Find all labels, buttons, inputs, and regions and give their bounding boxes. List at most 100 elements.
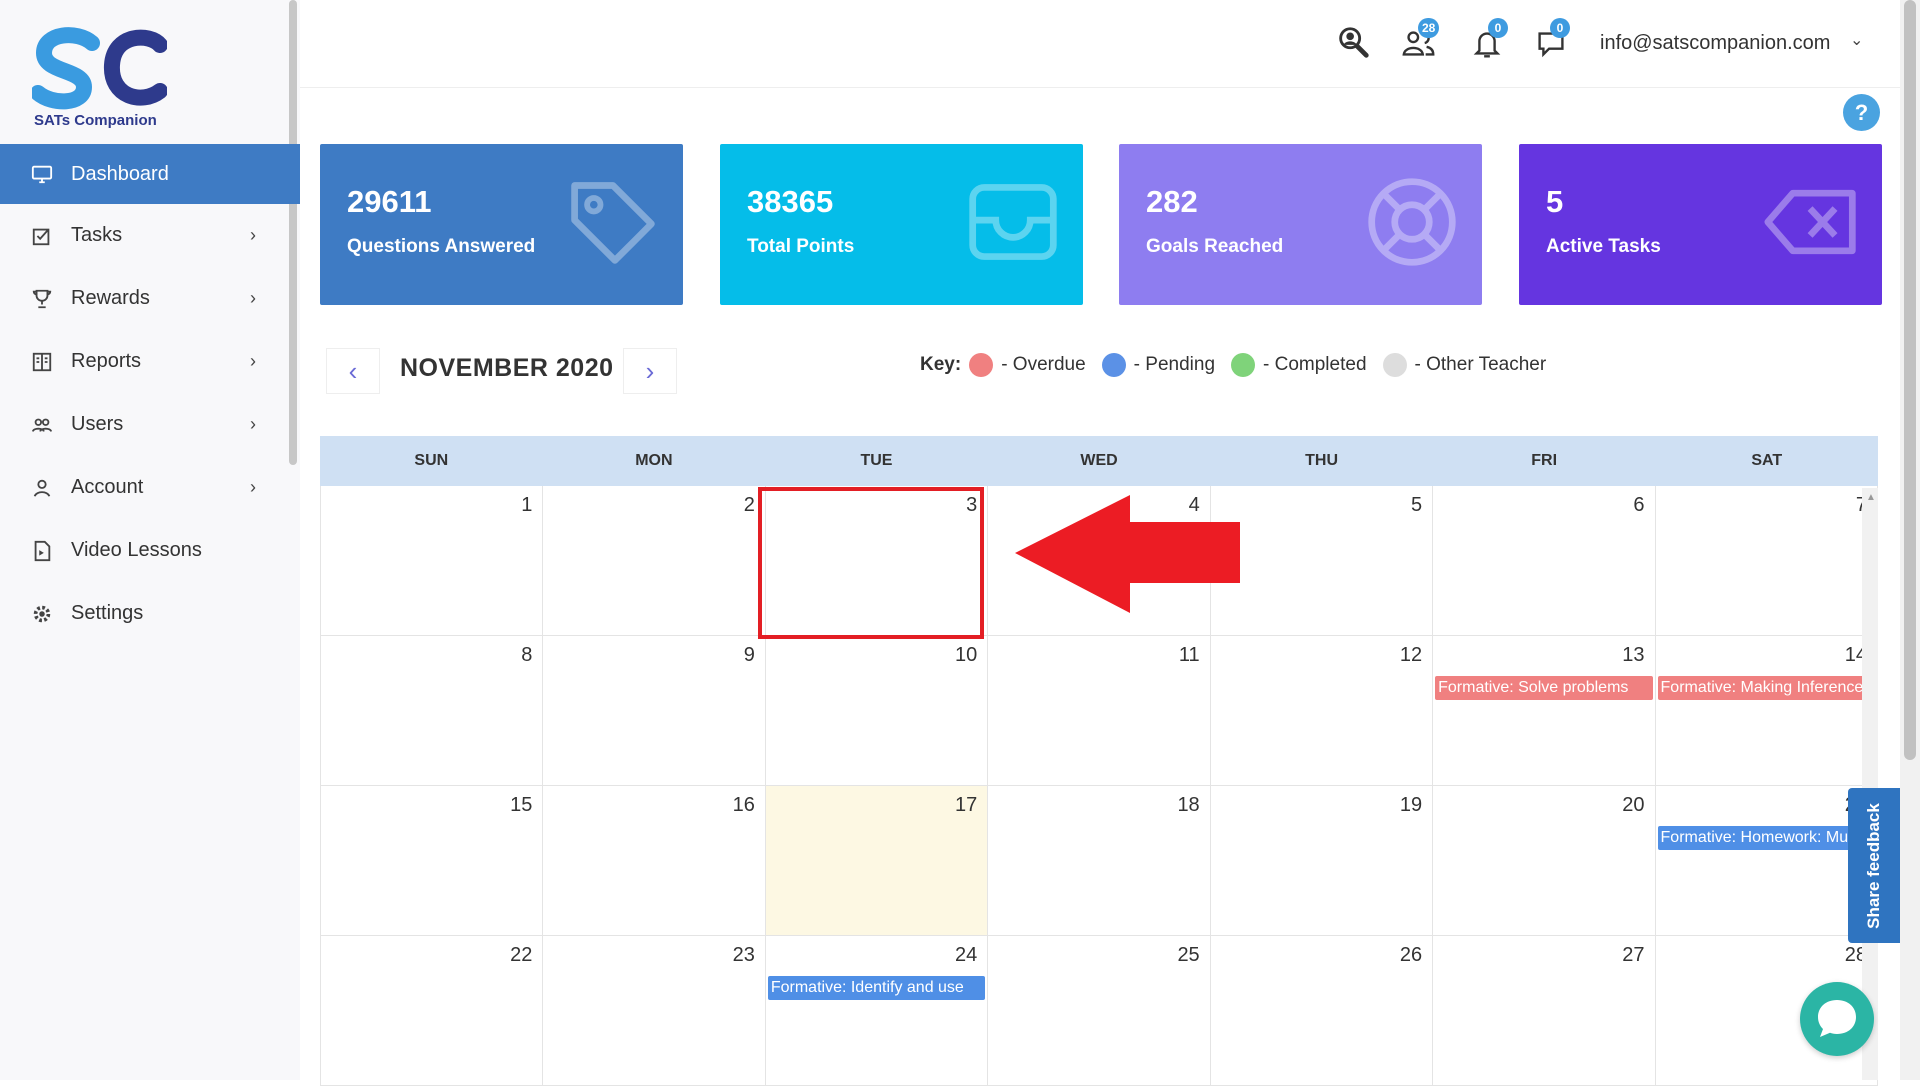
calendar-day-cell[interactable]: 26 — [1209, 936, 1433, 1086]
checklist-icon — [30, 224, 54, 248]
day-number: 23 — [732, 944, 755, 966]
highlight-box-annotation — [758, 487, 984, 639]
calendar-day-cell[interactable]: 19 — [1209, 786, 1433, 936]
weekday-label: TUE — [860, 452, 893, 469]
chevron-right-icon: › — [250, 288, 256, 308]
chevron-right-icon: › — [250, 225, 256, 245]
stat-card-questions-answered[interactable]: 29611 Questions Answered — [320, 144, 683, 305]
sidebar-item-users[interactable]: Users › — [0, 393, 300, 456]
weekday-label: SAT — [1751, 452, 1783, 469]
chevron-right-icon: › — [250, 477, 256, 497]
sidebar-item-tasks[interactable]: Tasks › — [0, 204, 300, 267]
key-completed-dot — [1231, 353, 1256, 377]
chat-bubble-icon — [1818, 1000, 1856, 1037]
report-icon — [30, 350, 54, 374]
calendar-day-cell[interactable]: 18 — [987, 786, 1210, 936]
calendar-key: Key: - Overdue - Pending - Completed - O… — [920, 350, 1546, 380]
sidebar-item-video-lessons[interactable]: Video Lessons — [0, 519, 300, 582]
key-other-teacher-dot — [1382, 353, 1407, 377]
sidebar-item-label: Dashboard — [71, 162, 169, 185]
calendar-day-cell[interactable]: 6 — [1432, 486, 1655, 636]
weekday-label: MON — [635, 452, 673, 469]
key-pending-label: - Pending — [1133, 354, 1216, 375]
sidebar-item-label: Tasks — [71, 224, 123, 246]
sidebar-item-label: Rewards — [71, 287, 150, 309]
day-number: 16 — [732, 794, 755, 816]
share-feedback-button[interactable]: Share feedback — [1848, 788, 1900, 943]
chevron-right-icon: › — [250, 414, 256, 434]
calendar-day-cell[interactable]: 22 — [320, 936, 543, 1086]
calendar-day-cell[interactable]: 25 — [987, 936, 1210, 1086]
calendar-event[interactable]: Formative: Homework: Mu — [1657, 826, 1875, 850]
gear-icon — [30, 602, 54, 626]
sidebar: SATs Companion Dashboard Tasks › Rewards… — [0, 0, 300, 1080]
sidebar-item-label: Reports — [71, 350, 142, 372]
sidebar-item-settings[interactable]: Settings — [0, 582, 300, 645]
stat-value: 5 — [1546, 184, 1564, 219]
calendar-day-cell[interactable]: 16 — [542, 786, 765, 936]
chat-widget-button[interactable] — [1800, 982, 1874, 1056]
monitor-icon — [30, 162, 54, 186]
stat-value: 29611 — [347, 184, 432, 219]
arrow-left-annotation-icon — [1015, 495, 1240, 613]
prev-month-button[interactable]: ‹ — [326, 348, 380, 394]
sidebar-item-dashboard[interactable]: Dashboard — [0, 144, 300, 204]
next-month-button[interactable]: › — [623, 348, 677, 394]
user-search-icon[interactable] — [1334, 24, 1372, 62]
day-number: 11 — [1178, 644, 1200, 666]
day-number: 6 — [1633, 494, 1645, 516]
calendar-week-row: 15 16 17 18 19 20 21Formative: Homework: Mu — [320, 786, 1878, 936]
day-number: 20 — [1622, 794, 1645, 816]
calendar-day-cell[interactable]: 12 — [1209, 636, 1433, 786]
calendar-day-cell[interactable]: 1 — [320, 486, 543, 636]
key-overdue-dot — [969, 353, 994, 377]
calendar-week-row: 8 9 10 11 12 13 Formative: Solve problems 14 For… — [320, 636, 1878, 786]
day-number: 27 — [1622, 944, 1645, 966]
stat-card-active-tasks[interactable]: 5 Active Tasks — [1519, 144, 1882, 305]
calendar-event[interactable]: Formative: Making Inference — [1657, 676, 1875, 700]
page-scrollbar-thumb[interactable] — [1904, 0, 1916, 760]
calendar-day-cell[interactable]: 8 — [320, 636, 543, 786]
calendar-day-cell[interactable]: 15 — [320, 786, 543, 936]
calendar-day-cell[interactable]: 23 — [542, 936, 765, 1086]
inbox-icon — [969, 184, 1057, 260]
key-completed-label: - Completed — [1263, 354, 1367, 375]
calendar-day-cell[interactable]: 10 — [764, 636, 988, 786]
help-button[interactable]: ? — [1843, 94, 1880, 131]
calendar-day-cell[interactable]: 7 — [1654, 486, 1878, 636]
calendar-day-cell[interactable]: 9 — [542, 636, 765, 786]
calendar-day-cell[interactable]: 14 Formative: Making Inference — [1654, 636, 1878, 786]
day-number: 15 — [510, 794, 533, 816]
calendar-day-cell[interactable]: 2 — [542, 486, 765, 636]
user-email-menu[interactable]: info@satscompanion.com — [1600, 32, 1830, 55]
calendar-day-cell[interactable]: 11 — [987, 636, 1210, 786]
calendar-event[interactable]: Formative: Identify and use — [767, 976, 986, 1000]
sidebar-item-account[interactable]: Account › — [0, 456, 300, 519]
calendar-day-cell[interactable]: 17 — [764, 786, 988, 936]
day-number: 22 — [510, 944, 533, 966]
chevron-right-icon: › — [250, 351, 256, 371]
calendar-week-row: 22 23 24 Formative: Identify and use 25 26 27 2… — [320, 936, 1878, 1086]
stat-card-goals-reached[interactable]: 282 Goals Reached — [1119, 144, 1482, 305]
sidebar-item-reports[interactable]: Reports › — [0, 330, 300, 393]
scroll-up-icon[interactable]: ▲ — [1866, 492, 1876, 503]
backspace-icon — [1764, 189, 1856, 255]
stat-value: 38365 — [747, 184, 834, 219]
sidebar-item-rewards[interactable]: Rewards › — [0, 267, 300, 330]
day-number: 10 — [955, 644, 978, 666]
stat-card-total-points[interactable]: 38365 Total Points — [720, 144, 1083, 305]
calendar-day-cell[interactable]: 20 — [1432, 786, 1655, 936]
share-feedback-label: Share feedback — [1864, 802, 1883, 929]
day-number: 17 — [955, 794, 978, 816]
logo-text: SATs Companion — [34, 112, 157, 129]
notifications-count-badge: 0 — [1488, 18, 1508, 38]
calendar-day-cell[interactable]: 13 Formative: Solve problems — [1432, 636, 1655, 786]
tag-icon — [571, 182, 655, 264]
calendar-day-cell[interactable]: 21Formative: Homework: Mu — [1654, 786, 1878, 936]
calendar-day-cell[interactable]: 24 Formative: Identify and use — [764, 936, 988, 1086]
stat-label: Total Points — [747, 236, 855, 257]
calendar-day-cell[interactable]: 27 — [1432, 936, 1655, 1086]
calendar-event[interactable]: Formative: Solve problems — [1435, 676, 1653, 700]
chevron-down-icon[interactable]: ⌄ — [1850, 30, 1863, 50]
sidebar-item-label: Settings — [71, 602, 144, 624]
